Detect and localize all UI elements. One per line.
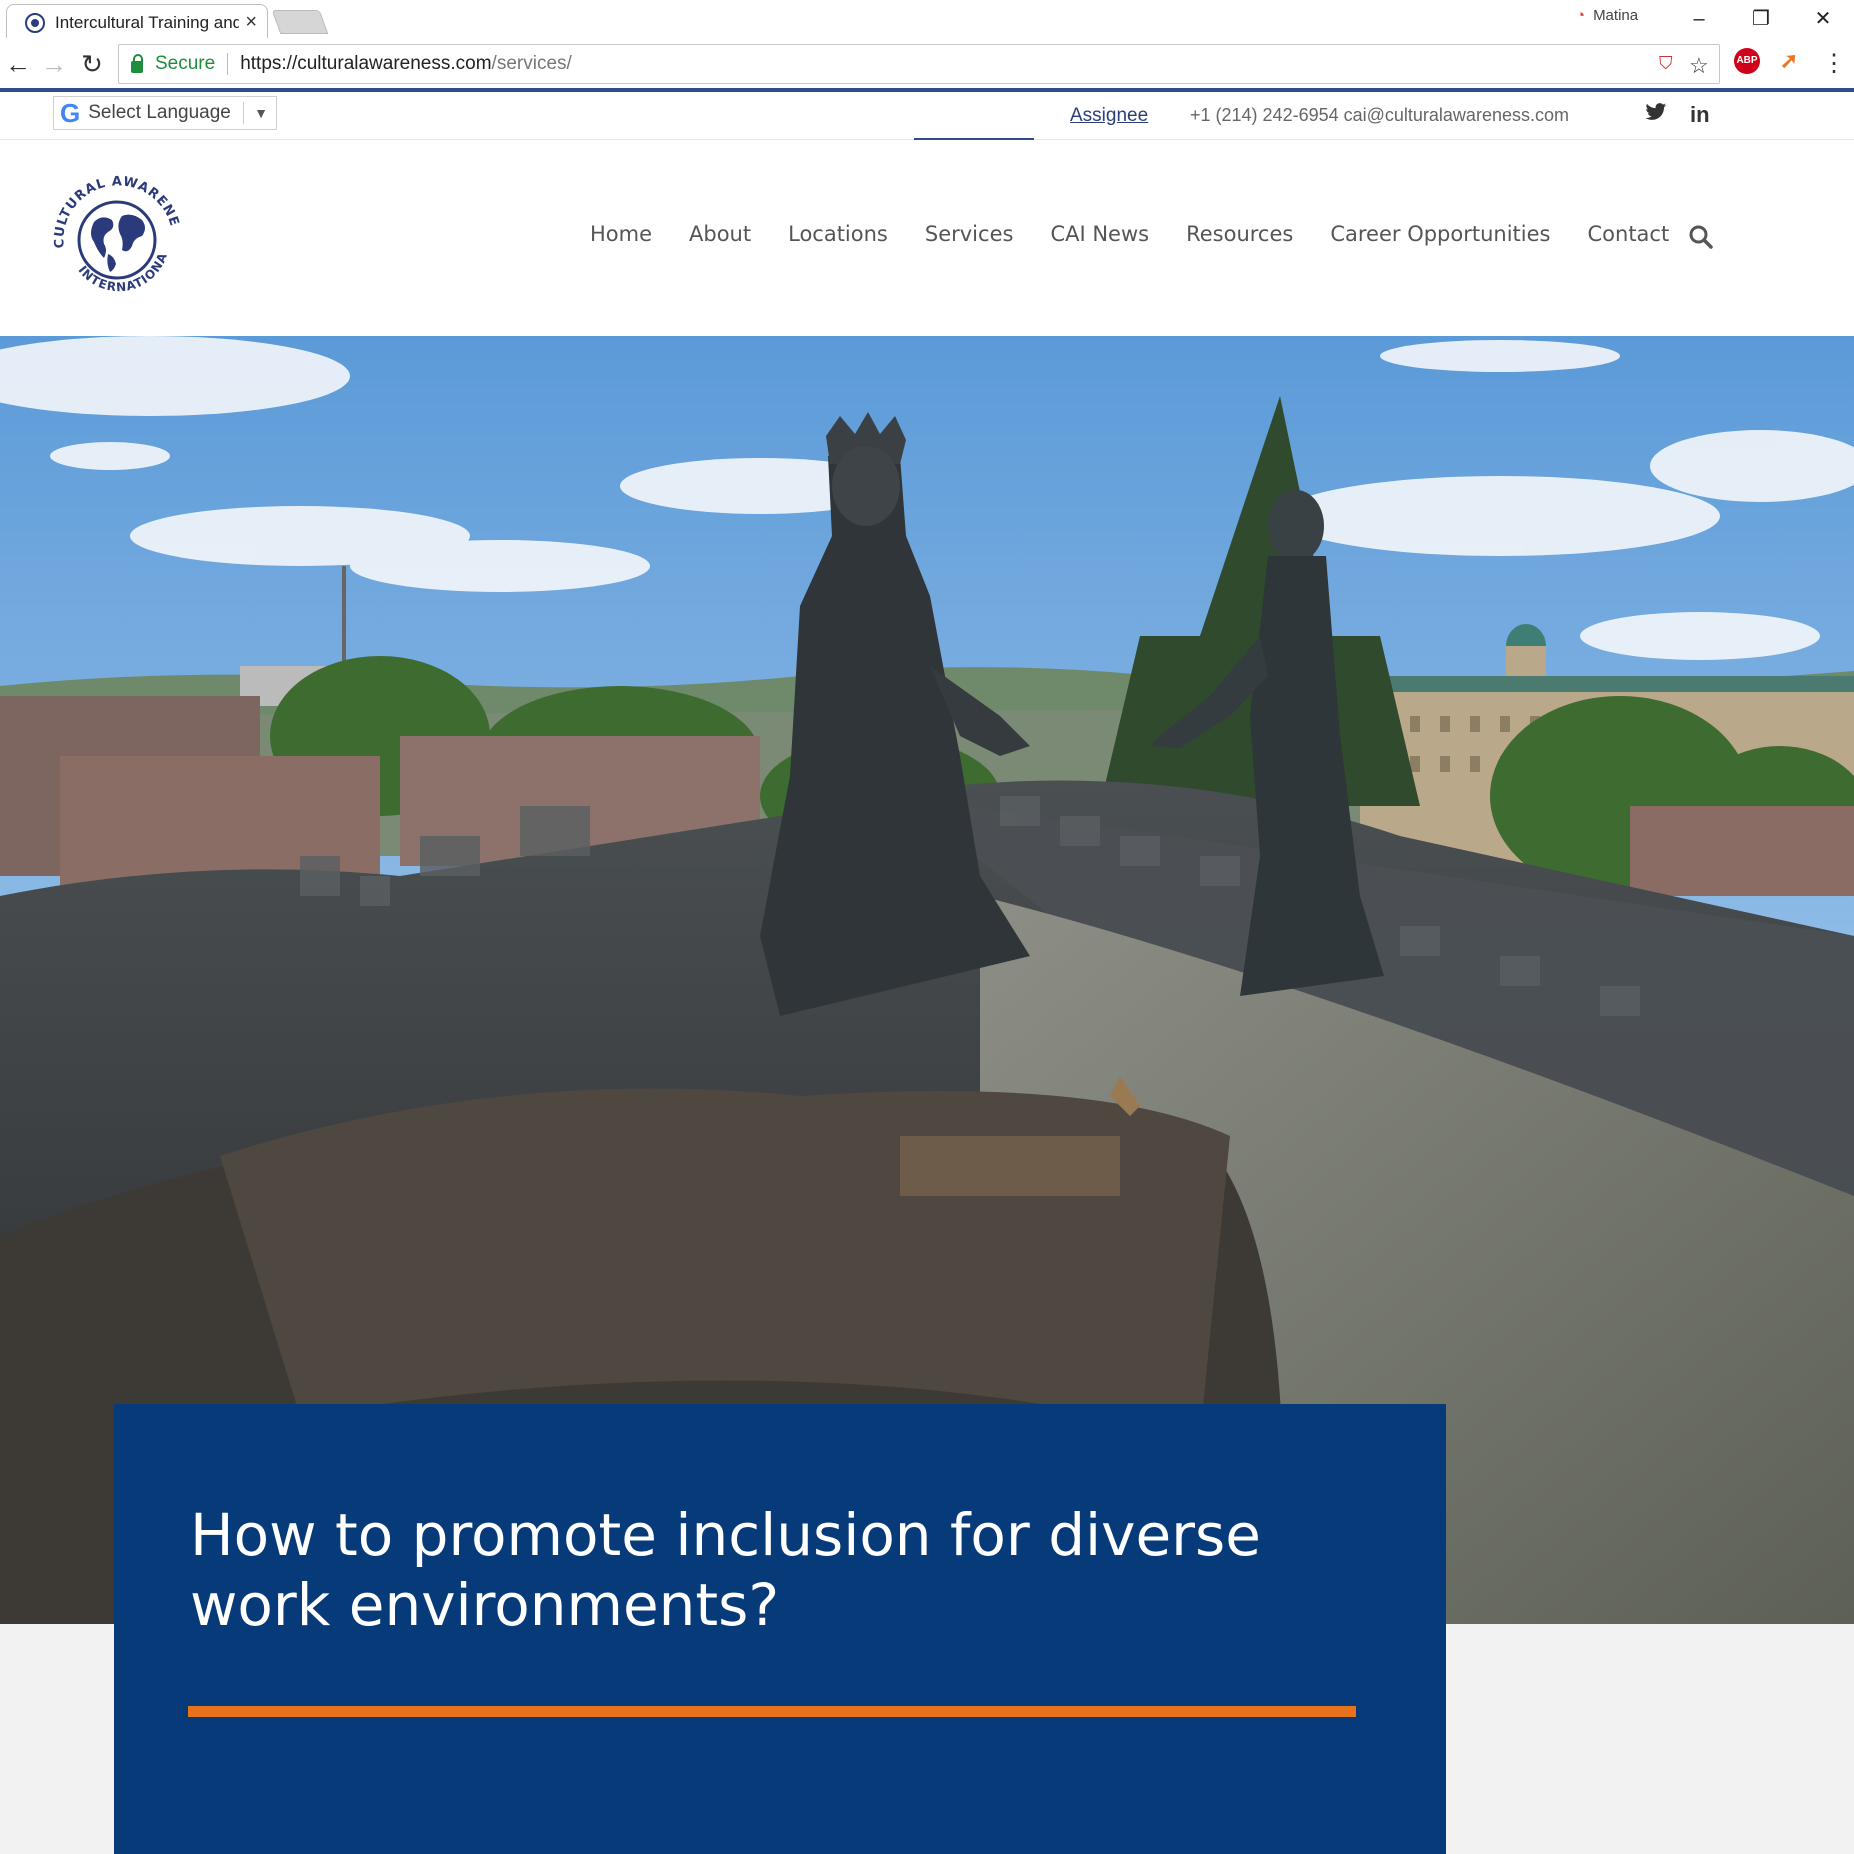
language-selector[interactable]: G Select Language ▼: [53, 96, 277, 130]
blocked-content-icon[interactable]: ⛉: [1659, 53, 1673, 74]
nav-cai-news[interactable]: CAI News: [1050, 222, 1149, 246]
divider: [243, 102, 245, 124]
nav-about[interactable]: About: [689, 222, 751, 246]
search-icon[interactable]: [1688, 224, 1714, 250]
cai-logo[interactable]: CULTURAL AWARENESS INTERNATIONAL: [45, 159, 184, 304]
accent-divider: [188, 1706, 1356, 1717]
browser-tab-bar: Intercultural Training and × ◔ Matina – …: [0, 0, 1854, 40]
new-tab-button[interactable]: [271, 10, 329, 34]
nav-resources[interactable]: Resources: [1186, 222, 1293, 246]
lock-icon: [131, 53, 143, 73]
minimize-button[interactable]: –: [1674, 2, 1724, 36]
hero-headline: How to promote inclusion for diverse wor…: [190, 1501, 1261, 1639]
tab-title: Intercultural Training and: [55, 12, 240, 32]
nav-career-opportunities[interactable]: Career Opportunities: [1330, 222, 1550, 246]
back-button[interactable]: ←: [0, 46, 36, 82]
nav-contact[interactable]: Contact: [1588, 222, 1670, 246]
close-window-button[interactable]: ✕: [1798, 2, 1848, 36]
adblock-icon[interactable]: ABP: [1734, 48, 1760, 74]
forward-button[interactable]: →: [36, 46, 72, 82]
nav-home[interactable]: Home: [590, 222, 652, 246]
url-path: /services/: [491, 53, 572, 74]
main-navigation: Home About Locations Services CAI News R…: [590, 222, 1706, 246]
bookmark-star-icon[interactable]: ☆: [1689, 53, 1709, 79]
nav-services[interactable]: Services: [925, 222, 1014, 246]
site-favicon-icon: [25, 12, 45, 33]
extension-icon[interactable]: ➚: [1776, 48, 1802, 74]
tab-close-icon[interactable]: ×: [245, 11, 257, 34]
contact-info: +1 (214) 242-6954 cai@culturalawareness.…: [1190, 105, 1569, 125]
twitter-icon[interactable]: [1645, 102, 1667, 128]
secure-label: Secure: [155, 53, 229, 75]
reload-button[interactable]: ↻: [74, 46, 110, 82]
dropdown-arrow-icon: ▼: [254, 105, 268, 121]
profile-icon: ◔: [1576, 7, 1586, 24]
nav-locations[interactable]: Locations: [788, 222, 888, 246]
address-bar[interactable]: Secure https://culturalawareness.com/ser…: [118, 44, 1720, 84]
browser-menu-icon[interactable]: ⋮: [1816, 46, 1852, 82]
linkedin-icon[interactable]: in: [1690, 102, 1710, 128]
site-header: CULTURAL AWARENESS INTERNATIONAL Home Ab…: [0, 140, 1854, 336]
restore-button[interactable]: ❐: [1736, 2, 1786, 36]
headline-card: How to promote inclusion for diverse wor…: [114, 1404, 1446, 1854]
language-selector-label: Select Language: [88, 102, 231, 123]
google-icon: G: [60, 98, 81, 128]
profile-chip[interactable]: ◔ Matina: [1576, 7, 1638, 24]
url-host: https://culturalawareness.com: [240, 53, 492, 74]
profile-name: Matina: [1593, 7, 1639, 24]
browser-toolbar: ← → ↻ Secure https://culturalawareness.c…: [0, 38, 1854, 92]
assignee-link[interactable]: Assignee: [1070, 105, 1148, 127]
browser-tab[interactable]: Intercultural Training and ×: [6, 4, 268, 40]
site-utility-bar: G Select Language ▼ Assignee +1 (214) 24…: [0, 92, 1854, 140]
